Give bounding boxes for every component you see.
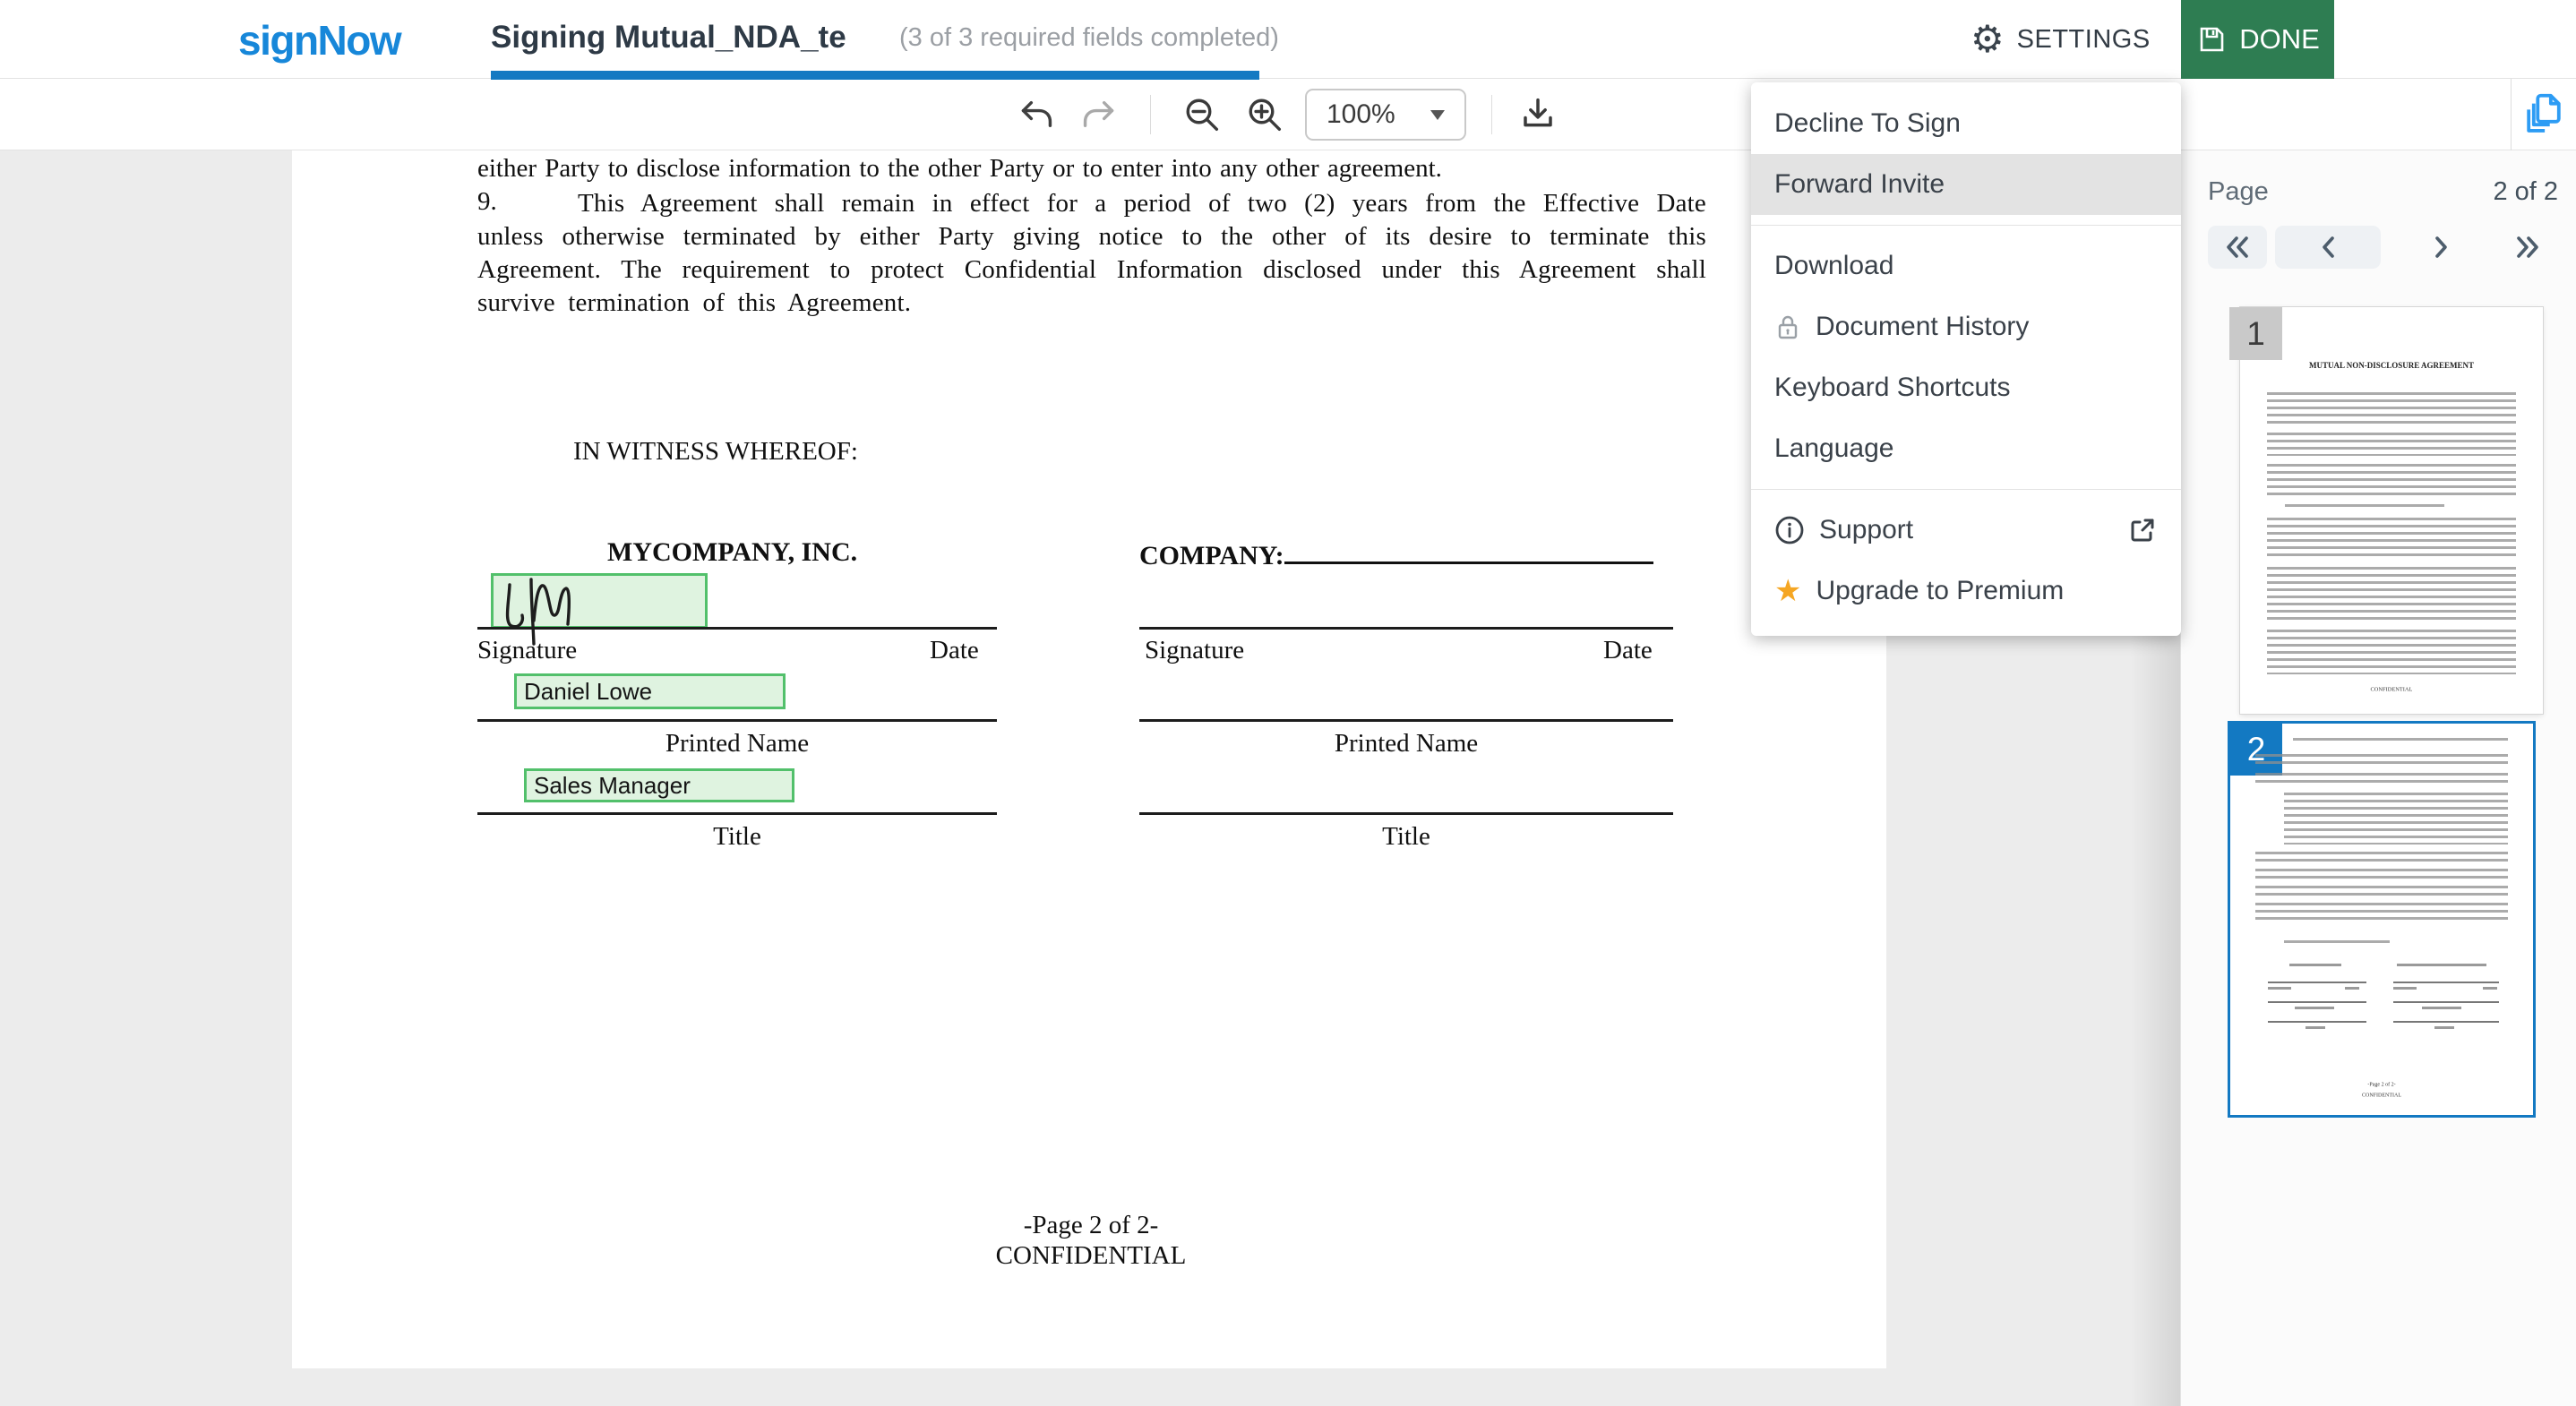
download-button[interactable] bbox=[1519, 96, 1557, 133]
toolbar: 100% bbox=[0, 79, 2576, 150]
document-title: Signing Mutual_NDA_te bbox=[491, 20, 887, 56]
page-label: Page bbox=[2208, 177, 2269, 207]
printed-name-label-left: Printed Name bbox=[477, 729, 997, 759]
info-icon bbox=[1774, 515, 1805, 545]
signature-line-right bbox=[1139, 627, 1673, 630]
settings-label: SETTINGS bbox=[2017, 25, 2151, 55]
last-page-icon bbox=[2512, 234, 2543, 261]
title-field[interactable]: Sales Manager bbox=[524, 768, 794, 802]
thumbnail-confidential-footer: CONFIDENTIAL bbox=[2271, 686, 2512, 692]
undo-button[interactable] bbox=[1019, 99, 1055, 131]
clause-9-paragraph: This Agreement shall remain in effect fo… bbox=[477, 187, 1706, 320]
signature-field[interactable] bbox=[491, 573, 708, 629]
zoom-out-icon bbox=[1183, 96, 1221, 133]
zoom-in-icon bbox=[1246, 96, 1284, 133]
title-label-right: Title bbox=[1139, 822, 1673, 852]
page-thumbnails-toggle-button[interactable] bbox=[2520, 90, 2567, 140]
menu-item-download[interactable]: Download bbox=[1751, 236, 2181, 296]
redo-icon bbox=[1080, 99, 1116, 131]
printed-name-field[interactable]: Daniel Lowe bbox=[514, 673, 786, 709]
menu-divider bbox=[1751, 225, 2181, 226]
printed-name-line-right bbox=[1139, 719, 1673, 722]
title-label-left: Title bbox=[477, 822, 997, 852]
date-label-right: Date bbox=[1603, 636, 1653, 665]
menu-item-keyboard-shortcuts[interactable]: Keyboard Shortcuts bbox=[1751, 357, 2181, 418]
zoom-level-select[interactable]: 100% bbox=[1305, 89, 1466, 141]
thumbnail-document-title: MUTUAL NON-DISCLOSURE AGREEMENT bbox=[2240, 361, 2543, 370]
signature-label-left: Signature bbox=[477, 636, 577, 665]
company-left-heading: MYCOMPANY, INC. bbox=[607, 537, 857, 568]
menu-item-decline-to-sign[interactable]: Decline To Sign bbox=[1751, 93, 2181, 154]
toolbar-divider bbox=[1150, 95, 1151, 134]
signnow-logo[interactable]: signNow bbox=[238, 16, 400, 64]
external-link-icon bbox=[2127, 515, 2158, 545]
page-footer-confidential: CONFIDENTIAL bbox=[477, 1241, 1704, 1271]
signnow-app: signNow Signing Mutual_NDA_te (3 of 3 re… bbox=[0, 0, 2576, 1406]
next-page-icon bbox=[2431, 234, 2452, 261]
page-footer-number: -Page 2 of 2- bbox=[477, 1211, 1704, 1240]
menu-divider bbox=[1751, 489, 2181, 490]
first-page-button[interactable] bbox=[2208, 226, 2267, 269]
zoom-out-button[interactable] bbox=[1183, 96, 1221, 133]
title-line-right bbox=[1139, 812, 1673, 815]
menu-item-upgrade-to-premium[interactable]: ★ Upgrade to Premium bbox=[1751, 561, 2181, 622]
signature-line-left bbox=[477, 627, 997, 630]
redo-button[interactable] bbox=[1080, 99, 1116, 131]
page-1-thumbnail-number: 1 bbox=[2229, 307, 2282, 360]
previous-page-button[interactable] bbox=[2275, 226, 2381, 269]
witness-whereof-text: IN WITNESS WHEREOF: bbox=[573, 437, 858, 467]
title-line-left bbox=[477, 812, 997, 815]
first-page-icon bbox=[2222, 234, 2253, 261]
page-count: 2 of 2 bbox=[2493, 177, 2558, 207]
settings-button[interactable]: ⚙ SETTINGS bbox=[1971, 0, 2151, 79]
company-blank-line bbox=[1284, 537, 1653, 564]
menu-item-language[interactable]: Language bbox=[1751, 418, 2181, 479]
printed-name-line-left bbox=[477, 719, 997, 722]
toolbar-divider bbox=[1491, 95, 1492, 134]
date-label-left: Date bbox=[930, 636, 979, 665]
gear-icon: ⚙ bbox=[1971, 21, 2005, 58]
caret-down-icon bbox=[1430, 110, 1445, 120]
thumbnail-page-footer: -Page 2 of 2- bbox=[2268, 1081, 2495, 1087]
signature-label-right: Signature bbox=[1145, 636, 1244, 665]
pages-sidebar: Page 2 of 2 1 MUTUAL NON-DISCLOSURE AGRE bbox=[2180, 150, 2576, 1406]
previous-page-icon bbox=[2317, 234, 2339, 261]
save-icon bbox=[2195, 23, 2228, 56]
download-icon bbox=[1519, 96, 1557, 133]
printed-name-label-right: Printed Name bbox=[1139, 729, 1673, 759]
thumbnail-confidential-footer: CONFIDENTIAL bbox=[2268, 1092, 2495, 1098]
undo-icon bbox=[1019, 99, 1055, 131]
done-button[interactable]: DONE bbox=[2181, 0, 2334, 79]
document-page: either Party to disclose information to … bbox=[292, 150, 1886, 1368]
menu-item-document-history[interactable]: Document History bbox=[1751, 296, 2181, 357]
fields-completed-status: (3 of 3 required fields completed) bbox=[899, 23, 1279, 53]
done-label: DONE bbox=[2239, 23, 2320, 56]
zoom-in-button[interactable] bbox=[1246, 96, 1284, 133]
page-2-thumbnail-selected[interactable]: 2 -Page 2 of 2 bbox=[2228, 721, 2536, 1118]
zoom-level-value: 100% bbox=[1327, 99, 1395, 130]
lock-icon bbox=[1774, 313, 1801, 341]
toolbar-controls: 100% bbox=[1003, 79, 1557, 150]
next-page-button[interactable] bbox=[2412, 226, 2471, 269]
last-page-button[interactable] bbox=[2496, 226, 2559, 269]
options-menu: Decline To Sign Forward Invite Download … bbox=[1751, 82, 2181, 636]
menu-item-forward-invite[interactable]: Forward Invite bbox=[1751, 154, 2181, 215]
page-2-thumbnail-number: 2 bbox=[2230, 724, 2282, 776]
toolbar-right-divider bbox=[2511, 79, 2512, 150]
menu-item-support[interactable]: Support bbox=[1751, 500, 2181, 561]
top-bar: signNow Signing Mutual_NDA_te (3 of 3 re… bbox=[0, 0, 2576, 79]
completion-progress-bar bbox=[491, 71, 1259, 80]
company-right-heading: COMPANY: bbox=[1139, 537, 1653, 571]
page-1-thumbnail[interactable]: 1 MUTUAL NON-DISCLOSURE AGREEMENT CONFID… bbox=[2240, 307, 2543, 714]
star-icon: ★ bbox=[1774, 576, 1801, 606]
pages-icon bbox=[2520, 90, 2567, 140]
paragraph-8-last-line: either Party to disclose information to … bbox=[477, 154, 1722, 184]
